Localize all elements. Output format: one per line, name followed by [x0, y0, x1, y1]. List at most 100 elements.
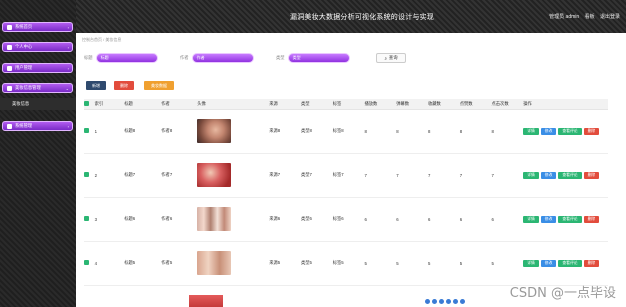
cell-9: 7	[427, 153, 460, 198]
tool-icon[interactable]	[425, 299, 430, 304]
sidebar-item-profile[interactable]: 个人中心 ›	[2, 42, 73, 52]
col-avatar: 头像	[197, 99, 270, 110]
col-tag: 标签	[332, 99, 365, 110]
data-table: 索引 标题 作者 头像 来源 类型 标签 播放数 弹幕数 收藏数 点赞数 点击次…	[84, 99, 608, 286]
add-button[interactable]: 新增	[86, 81, 106, 90]
table-row: 2 标题7 作者7 来源7 类型7 标签7 7 7 7 7 7 详情 修改 查看评论 删除	[84, 153, 608, 198]
cell-7: 5	[364, 241, 397, 286]
cell-4: 来源5	[269, 241, 301, 286]
chevron-icon: ⌄	[65, 85, 69, 91]
cell-10: 6	[459, 197, 492, 242]
top-bar: 漏洞美妆大数据分析可视化系统的设计与实现 管理员 admin 看板 退出登录	[0, 0, 626, 33]
user-name: 管理员 admin	[549, 14, 580, 20]
sidebar-item-home[interactable]: 系统首页 ›	[2, 22, 73, 32]
cell-11: 5	[491, 241, 524, 286]
user-icon	[7, 44, 12, 50]
detail-button[interactable]: 详情	[523, 127, 539, 135]
settings-icon	[7, 123, 12, 129]
row-delete-button[interactable]: 删除	[583, 215, 600, 223]
row-actions: 详情 修改 查看评论 删除	[523, 259, 601, 267]
cell-5: 类型7	[300, 153, 333, 198]
view-comments-button[interactable]: 查看评论	[558, 259, 582, 267]
sidebar-item-label: 个人中心	[15, 44, 33, 49]
table-header: 索引 标题 作者 头像 来源 类型 标签 播放数 弹幕数 收藏数 点赞数 点击次…	[84, 99, 608, 110]
table-row: 1 标题8 作者8 来源8 类型8 标签8 8 8 8 8 8 详情 修改 查看评论 删除	[84, 109, 608, 154]
cell-7: 7	[364, 153, 397, 198]
col-type: 类型	[300, 99, 333, 110]
tool-icon[interactable]	[439, 299, 444, 304]
cell-9: 6	[427, 197, 460, 242]
cell-index: 2	[94, 153, 125, 198]
row-actions: 详情 修改 查看评论 删除	[523, 127, 601, 135]
cell-index: 3	[94, 197, 125, 242]
sidebar-subitem-beauty-info[interactable]: 美妆信息	[0, 98, 76, 110]
cell-author: 作者6	[161, 197, 198, 242]
search-author-group: 作者 作者	[180, 53, 254, 63]
view-comments-button[interactable]: 查看评论	[558, 127, 582, 135]
view-comments-button[interactable]: 查看评论	[558, 171, 582, 179]
cell-8: 7	[396, 153, 428, 198]
users-icon	[7, 65, 12, 71]
main-content: 控制台首页 / 美妆信息 标题 标题 作者 作者 类型 类型 ⌕ 查询 新增 删除…	[76, 33, 626, 307]
cell-8: 5	[396, 241, 428, 286]
logout-link[interactable]: 退出登录	[600, 14, 620, 20]
tool-icon[interactable]	[460, 299, 465, 304]
cell-10: 7	[459, 153, 492, 198]
avatar-thumbnail	[197, 163, 232, 187]
edit-button[interactable]: 修改	[540, 171, 557, 179]
watermark: CSDN @一点毕设	[509, 286, 616, 301]
partial-row-thumb	[189, 295, 223, 307]
cell-5: 类型8	[300, 109, 333, 154]
view-comments-button[interactable]: 查看评论	[558, 215, 582, 223]
title-label: 标题	[84, 55, 93, 60]
sidebar-item-users[interactable]: 用户管理 ›	[2, 63, 73, 73]
search-button[interactable]: ⌕ 查询	[376, 53, 406, 63]
cell-9: 8	[427, 109, 460, 154]
sidebar-item-system[interactable]: 系统管理 ›	[2, 121, 73, 131]
select-all-checkbox[interactable]	[84, 100, 89, 106]
tool-icon[interactable]	[453, 299, 458, 304]
edit-button[interactable]: 修改	[540, 215, 557, 223]
cell-6: 标签5	[332, 241, 365, 286]
author-input[interactable]: 作者	[191, 53, 254, 63]
row-delete-button[interactable]: 删除	[583, 259, 600, 267]
cell-index: 4	[94, 241, 125, 286]
chevron-icon: ›	[67, 65, 69, 71]
detail-button[interactable]: 详情	[523, 171, 539, 179]
type-input[interactable]: 类型	[287, 53, 350, 63]
cell-6: 标签7	[332, 153, 365, 198]
cell-4: 来源8	[269, 109, 301, 154]
cell-title: 标题7	[124, 153, 162, 198]
avatar-thumbnail	[197, 207, 232, 231]
beauty-data-button[interactable]: 美妆数据	[144, 81, 174, 90]
detail-button[interactable]: 详情	[523, 215, 539, 223]
cell-index: 1	[94, 109, 125, 154]
row-checkbox[interactable]	[84, 260, 89, 265]
title-input[interactable]: 标题	[95, 53, 158, 63]
col-actions: 操作	[523, 99, 608, 110]
row-checkbox[interactable]	[84, 128, 89, 133]
row-checkbox[interactable]	[84, 172, 89, 177]
edit-button[interactable]: 修改	[540, 259, 557, 267]
sidebar-item-beauty[interactable]: 美妆信息管理 ⌄	[2, 83, 73, 93]
cell-title: 标题6	[124, 197, 162, 242]
dashboard-link[interactable]: 看板	[585, 14, 595, 20]
row-delete-button[interactable]: 删除	[583, 127, 600, 135]
floating-toolbar[interactable]	[425, 298, 465, 305]
tool-icon[interactable]	[446, 299, 451, 304]
col-source: 来源	[269, 99, 301, 110]
row-checkbox[interactable]	[84, 216, 89, 221]
col-clicks: 点击次数	[491, 99, 524, 110]
col-plays: 播放数	[364, 99, 397, 110]
cell-11: 7	[491, 153, 524, 198]
cell-7: 6	[364, 197, 397, 242]
edit-button[interactable]: 修改	[540, 127, 557, 135]
delete-button[interactable]: 删除	[114, 81, 134, 90]
type-label: 类型	[276, 55, 285, 60]
cell-title: 标题8	[124, 109, 162, 154]
row-delete-button[interactable]: 删除	[583, 171, 600, 179]
sidebar-item-label: 用户管理	[15, 65, 33, 70]
tool-icon[interactable]	[432, 299, 437, 304]
breadcrumb: 控制台首页 / 美妆信息	[82, 37, 122, 42]
detail-button[interactable]: 详情	[523, 259, 539, 267]
